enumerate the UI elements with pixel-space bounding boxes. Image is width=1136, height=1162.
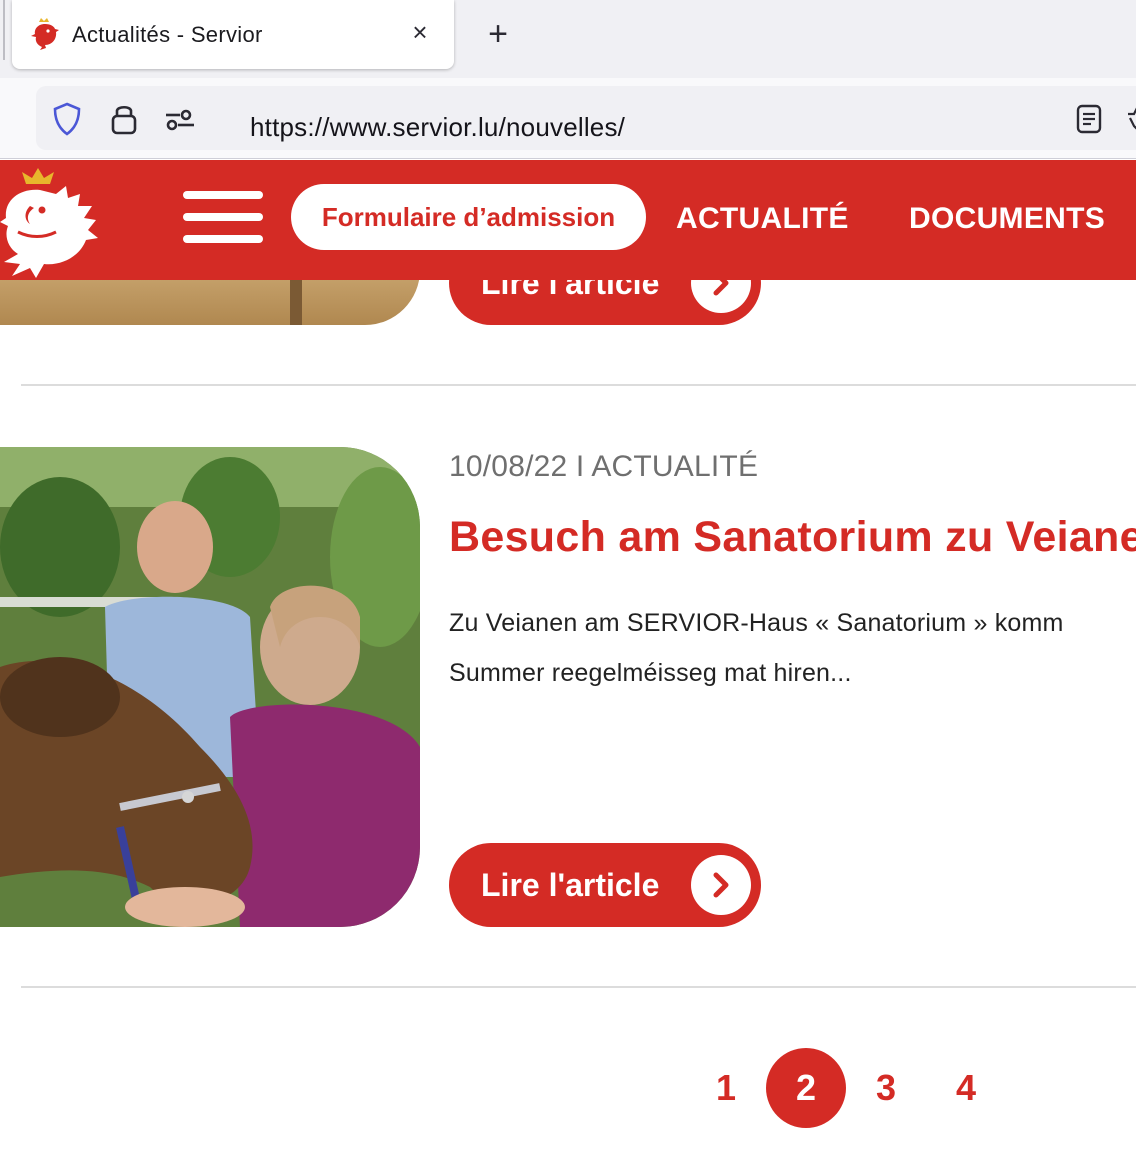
excerpt-line-1: Zu Veianen am SERVIOR-Haus « Sanatorium … [449, 609, 1064, 637]
article-title[interactable]: Besuch am Sanatorium zu Veiane [449, 513, 1136, 562]
browser-tab-active[interactable]: Actualités - Servior × [12, 0, 454, 69]
lock-icon[interactable] [110, 102, 138, 136]
article-photo [0, 447, 420, 927]
excerpt-line-2: Summer reegelméisseg mat hiren... [449, 659, 852, 687]
article-divider [21, 986, 1136, 988]
new-tab-icon[interactable]: + [478, 14, 518, 54]
page-link-1[interactable]: 1 [686, 1048, 766, 1128]
bookmark-star-icon[interactable] [1126, 104, 1136, 134]
reader-view-icon[interactable] [1076, 104, 1102, 134]
site-permissions-icon[interactable] [164, 108, 196, 132]
read-article-label: Lire l'article [481, 867, 660, 903]
tracking-protection-shield-icon[interactable] [52, 102, 82, 136]
article-divider [21, 384, 1136, 386]
nav-link-documents[interactable]: DOCUMENTS [909, 202, 1105, 236]
browser-tab-bar: Actualités - Servior × + [0, 0, 1136, 78]
article-meta: 10/08/22 I ACTUALITÉ [449, 450, 759, 483]
read-article-button[interactable]: Lire l'article [449, 843, 761, 927]
pagination: 1 2 3 4 [0, 1048, 1136, 1130]
site-header: Formulaire d’admission ACTUALITÉ DOCUMEN… [0, 160, 1136, 280]
browser-navbar: https://www.servior.lu/nouvelles/ [0, 78, 1136, 159]
servior-favicon-icon [31, 18, 59, 50]
tab-title: Actualités - Servior [72, 22, 263, 47]
page-link-4[interactable]: 4 [926, 1048, 1006, 1128]
page-link-3[interactable]: 3 [846, 1048, 926, 1128]
window-edge [3, 0, 5, 60]
page-link-current[interactable]: 2 [766, 1048, 846, 1128]
article-excerpt: Zu Veianen am SERVIOR-Haus « Sanatorium … [449, 598, 1136, 698]
url-text[interactable]: https://www.servior.lu/nouvelles/ [250, 112, 625, 143]
admission-form-button[interactable]: Formulaire d’admission [291, 184, 646, 250]
tab-close-icon[interactable]: × [402, 14, 438, 50]
hamburger-menu-icon[interactable] [183, 191, 263, 243]
address-bar[interactable]: https://www.servior.lu/nouvelles/ [36, 86, 1136, 150]
nav-link-actualite[interactable]: ACTUALITÉ [676, 202, 849, 236]
chevron-right-icon [691, 855, 751, 915]
article-image[interactable] [0, 447, 420, 927]
servior-logo-icon[interactable] [0, 166, 100, 278]
